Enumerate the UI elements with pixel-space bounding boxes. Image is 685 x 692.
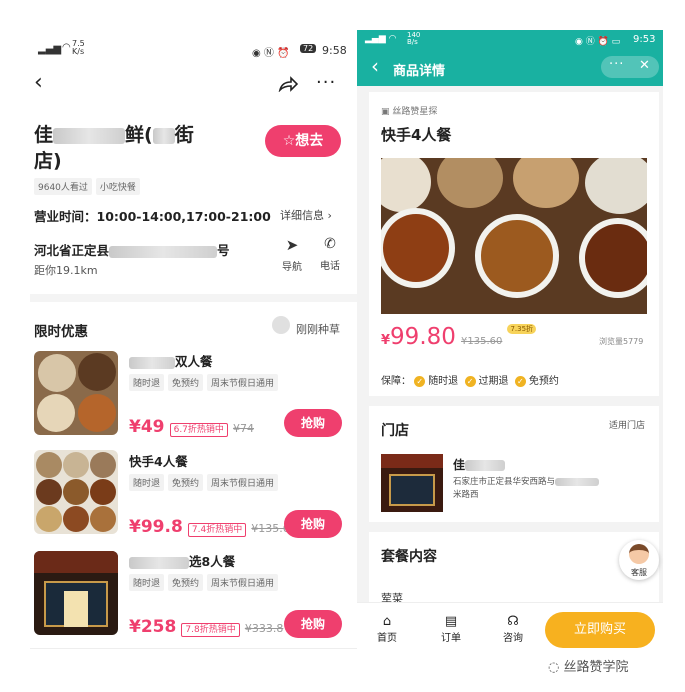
recent-label: 刚刚种草 [296, 323, 340, 336]
store-card: 门店 适用门店 佳 石家庄市正定县华安西路与 米路西 [369, 406, 659, 522]
status-time: 9:58 [322, 44, 347, 57]
shop-tags: 9640人看过 小吃快餐 [34, 175, 144, 195]
store-section-title: 门店 [381, 423, 409, 439]
brand-label: ▣ 丝路赞星探 [381, 107, 438, 117]
navigation-arrow-icon: ➤ [285, 236, 299, 254]
buy-button[interactable]: 抢购 [284, 409, 342, 437]
section-divider [30, 294, 357, 302]
check-icon: ✓ [414, 375, 426, 387]
chevron-right-icon: › [327, 209, 332, 222]
shop-address: 河北省正定县号 [34, 243, 230, 258]
customer-service-button[interactable]: 客服 [619, 540, 659, 580]
page-title: 商品详情 [393, 64, 446, 79]
phone-label: 电话 [320, 261, 340, 272]
buy-button[interactable]: 抢购 [284, 510, 342, 538]
back-icon[interactable]: ‹ [34, 70, 43, 95]
watermark: ◌ 丝路赞学院 [548, 660, 629, 675]
avatar [272, 316, 290, 334]
network-speed: 140 B/s [407, 31, 421, 46]
headset-icon: ☊ [507, 614, 519, 629]
star-icon: ☆ [282, 133, 296, 149]
network-speed: 7.5 K/s [72, 39, 85, 56]
buy-button[interactable]: 抢购 [284, 610, 342, 638]
deal-image[interactable] [34, 551, 118, 635]
close-icon[interactable]: ✕ [639, 58, 650, 73]
status-time: 9:53 [633, 34, 656, 45]
more-icon[interactable]: ··· [316, 72, 336, 93]
phone-button[interactable]: ✆ 电话 [318, 236, 342, 272]
deal-price-row: ¥258 7.8折热销中 ¥333.8 [129, 617, 284, 637]
product-card: ▣ 丝路赞星探 快手4人餐 ¥99.80 ¥135.60 7.35折 浏览量57… [369, 92, 659, 396]
home-icon: ⌂ [382, 614, 392, 629]
deal-tags: 随时退 免预约 周末节假日通用 [129, 371, 282, 391]
deal-price-row: ¥49 6.7折热销中 ¥74 [129, 417, 255, 437]
guarantee-row: 保障： ✓ 随时退 ✓ 过期退 ✓ 免预约 [381, 375, 559, 387]
share-icon[interactable] [278, 76, 298, 92]
customer-service-label: 客服 [631, 568, 647, 577]
product-image[interactable] [381, 158, 647, 314]
left-screen: ▂▄▆ ◠ 7.5 K/s ◉ Ⓝ ⏰ 72 9:58 ‹ ··· 佳鲜(街店) … [30, 36, 357, 656]
signal-icon: ▂▄▆ [38, 44, 62, 55]
limited-offer-title: 限时优惠 [34, 324, 88, 340]
deal-image[interactable] [34, 351, 118, 435]
deal-title[interactable]: 选8人餐 [129, 551, 235, 570]
store-icon: ▣ [381, 107, 390, 117]
category-tag: 小吃快餐 [95, 178, 140, 195]
view-count-tag: 9640人看过 [34, 178, 92, 195]
detail-info-link[interactable]: 详细信息 › [280, 207, 332, 223]
deal-image[interactable] [34, 450, 118, 534]
right-screen: ▂▄▆ ◠ 140 B/s ◉ Ⓝ ⏰ ▭ 9:53 ‹ 商品详情 ··· ✕ ▣… [357, 30, 663, 656]
phone-icon: ✆ [324, 236, 336, 252]
signal-icon: ▂▄▆ ◠ [365, 34, 397, 44]
wifi-icon: ◠ [62, 42, 71, 53]
tab-consult[interactable]: ☊ 咨询 [491, 614, 535, 644]
business-hours: 营业时间：10:00-14:00,17:00-21:00 [34, 209, 271, 224]
deal-tags: 随时退 免预约 周末节假日通用 [129, 471, 282, 491]
store-address: 石家庄市正定县华安西路与 米路西 [453, 476, 653, 502]
distance-text: 距你19.1km [34, 264, 98, 277]
deal-title[interactable]: 双人餐 [129, 351, 213, 370]
battery-icon: 72 [300, 44, 317, 53]
want-to-go-button[interactable]: ☆想去 [265, 125, 341, 157]
deal-price-row: ¥99.8 7.4折热销中 ¥135.6 [129, 517, 290, 537]
buy-now-button[interactable]: 立即购买 [545, 612, 655, 648]
navigate-label: 导航 [282, 262, 302, 273]
store-image[interactable] [381, 454, 443, 512]
deal-title[interactable]: 快手4人餐 [129, 451, 188, 470]
status-icons: ◉ Ⓝ ⏰ [252, 48, 290, 59]
product-title: 快手4人餐 [381, 126, 452, 144]
orders-icon: ▤ [444, 614, 458, 629]
status-icons: ◉ Ⓝ ⏰ ▭ [575, 37, 621, 47]
check-icon: ✓ [464, 375, 476, 387]
deal-tags: 随时退 免预约 周末节假日通用 [129, 571, 282, 591]
navigate-button[interactable]: ➤ 导航 [280, 236, 304, 273]
more-icon[interactable]: ··· [609, 57, 624, 72]
store-name[interactable]: 佳 [453, 456, 506, 473]
divider [30, 648, 357, 649]
price-row: ¥99.80 ¥135.60 7.35折 [381, 324, 537, 350]
applicable-stores-link[interactable]: 适用门店 [609, 418, 645, 431]
discount-badge: 7.35折 [507, 324, 537, 334]
package-title: 套餐内容 [381, 549, 437, 565]
view-count: 浏览量5779 [599, 337, 644, 346]
shop-title: 佳鲜(街店) [34, 124, 194, 172]
check-icon: ✓ [514, 375, 526, 387]
tab-home[interactable]: ⌂ 首页 [365, 614, 409, 644]
wechat-icon: ◌ [548, 660, 560, 675]
agent-avatar-icon [629, 544, 649, 564]
back-icon[interactable]: ‹ [371, 54, 379, 78]
tab-orders[interactable]: ▤ 订单 [429, 614, 473, 644]
